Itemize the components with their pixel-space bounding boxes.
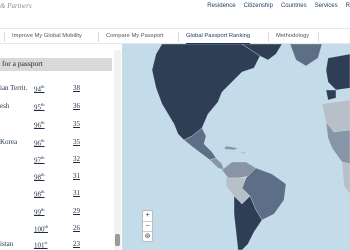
nav-citizenship[interactable]: Citizenship: [244, 3, 273, 9]
map-caribbean-2: [240, 152, 246, 154]
rank-link[interactable]: 94th: [34, 84, 45, 93]
tab-divider: [268, 32, 269, 42]
nav-residence[interactable]: Residence: [207, 3, 235, 9]
map-zoom-controls: + − ⊚: [142, 210, 153, 242]
zoom-in-button[interactable]: +: [143, 211, 152, 221]
tab-bar: Improve My Global Mobility Compare My Pa…: [0, 28, 350, 44]
ranking-panel: for a passport ian Territ. 94th 38 esh 9…: [0, 50, 121, 250]
ranking-panel-header: for a passport: [0, 58, 112, 71]
nav-services[interactable]: Services: [315, 3, 338, 9]
rank-link[interactable]: 98th: [34, 172, 45, 181]
map-svg: [151, 44, 350, 250]
tab-divider: [178, 32, 179, 42]
score-link[interactable]: 31: [73, 172, 80, 180]
country-name: ian Territ.: [0, 84, 28, 92]
table-row[interactable]: istan 101st 23: [0, 238, 121, 250]
rank-link[interactable]: 98th: [34, 189, 45, 198]
map-caribbean: [223, 145, 239, 151]
map-central-africa: [341, 161, 350, 195]
rank-link[interactable]: 99th: [34, 207, 45, 216]
map-iberia: [325, 89, 337, 101]
ranking-panel-heading: for a passport: [2, 59, 43, 68]
score-link[interactable]: 35: [73, 138, 80, 146]
tab-global-ranking[interactable]: Global Passport Ranking: [186, 33, 251, 44]
map-central-america: [209, 157, 225, 171]
country-name: esh: [0, 102, 10, 110]
rank-link[interactable]: 96th: [34, 138, 45, 147]
table-row[interactable]: 98th 31: [0, 170, 121, 186]
tab-methodology[interactable]: Methodology: [276, 33, 309, 39]
tab-divider: [98, 32, 99, 42]
score-link[interactable]: 36: [73, 102, 80, 110]
world-map[interactable]: [122, 44, 350, 250]
map-north-africa: [321, 99, 350, 133]
table-row[interactable]: 99th 29: [0, 205, 121, 221]
top-nav: Residence Citizenship Countries Services…: [199, 3, 350, 9]
brand-logo-text[interactable]: & Partners: [0, 2, 32, 10]
tab-improve-mobility[interactable]: Improve My Global Mobility: [12, 33, 82, 39]
rank-link[interactable]: 96th: [34, 120, 45, 129]
tab-divider: [318, 32, 319, 42]
rank-link[interactable]: 100th: [34, 224, 48, 233]
table-scrollbar-thumb[interactable]: [115, 234, 120, 246]
score-link[interactable]: 32: [73, 155, 80, 163]
table-row[interactable]: esh 95th 36: [0, 100, 121, 116]
country-name: Korea: [0, 138, 18, 146]
score-link[interactable]: 31: [73, 189, 80, 197]
rank-link[interactable]: 97th: [34, 155, 45, 164]
score-link[interactable]: 26: [73, 224, 80, 232]
score-link[interactable]: 38: [73, 84, 80, 92]
table-row[interactable]: 96th 35: [0, 118, 121, 134]
map-north-america: [151, 44, 261, 141]
rank-link[interactable]: 101st: [34, 240, 48, 249]
reset-view-icon[interactable]: ⊚: [143, 231, 152, 241]
table-row[interactable]: 98th 31: [0, 187, 121, 203]
score-link[interactable]: 29: [73, 207, 80, 215]
table-row[interactable]: ian Territ. 94th 38: [0, 82, 121, 98]
table-row[interactable]: 100th 26: [0, 222, 121, 238]
table-scrollbar[interactable]: [114, 50, 121, 250]
tab-compare-passport[interactable]: Compare My Passport: [106, 33, 164, 39]
table-row[interactable]: Korea 96th 35: [0, 136, 121, 152]
map-greenland: [289, 44, 323, 67]
table-row[interactable]: 97th 32: [0, 153, 121, 169]
map-europe: [325, 53, 350, 91]
zoom-out-button[interactable]: −: [143, 221, 152, 231]
score-link[interactable]: 23: [73, 240, 80, 248]
country-name: istan: [0, 240, 14, 248]
rank-link[interactable]: 95th: [34, 102, 45, 111]
tab-divider: [4, 32, 5, 42]
nav-countries[interactable]: Countries: [281, 3, 307, 9]
top-header: & Partners Residence Citizenship Countri…: [0, 0, 350, 16]
score-link[interactable]: 35: [73, 120, 80, 128]
nav-truncated[interactable]: R: [346, 3, 350, 9]
